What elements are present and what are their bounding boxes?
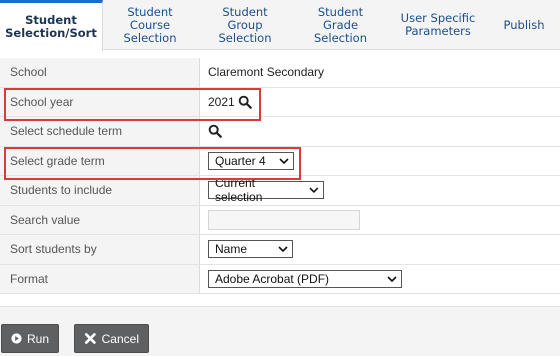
- search-value-field: [208, 206, 360, 235]
- tab-bar: Student Selection/Sort Student Course Se…: [0, 0, 560, 51]
- tab-label: Student Selection/Sort: [5, 13, 97, 40]
- sort-students-label: Sort students by: [0, 235, 200, 264]
- school-label: School: [0, 58, 200, 87]
- tab-student-grade-selection[interactable]: Student Grade Selection: [293, 0, 388, 50]
- students-to-include-select[interactable]: Current selection: [208, 176, 324, 204]
- tab-label: Student Grade Selection: [314, 4, 367, 45]
- row-grade-term: Select grade term Quarter 4: [0, 146, 560, 176]
- play-circle-icon: [11, 333, 22, 344]
- row-search-value: Search value: [0, 205, 560, 235]
- school-value: Claremont Secondary: [208, 65, 325, 80]
- footer-bar: Run Cancel: [0, 306, 560, 356]
- students-to-include-label: Students to include: [0, 176, 200, 205]
- tab-label: User Specific Parameters: [400, 11, 476, 38]
- tab-label: Student Course Selection: [123, 4, 177, 45]
- tab-label: Student Group Selection: [218, 4, 272, 45]
- tab-label: Publish: [503, 17, 545, 32]
- row-school-year: School year 2021: [0, 87, 560, 117]
- format-selected: Adobe Acrobat (PDF): [215, 271, 330, 286]
- tab-student-course-selection[interactable]: Student Course Selection: [103, 0, 197, 50]
- format-field: Adobe Acrobat (PDF): [208, 265, 402, 294]
- grade-term-select[interactable]: Quarter 4: [208, 151, 294, 170]
- sort-students-field: Name: [208, 235, 293, 264]
- row-school: School Claremont Secondary: [0, 58, 560, 88]
- search-icon[interactable]: [238, 95, 252, 109]
- row-schedule-term: Select schedule term: [0, 117, 560, 147]
- schedule-term-field: [208, 117, 222, 146]
- row-sort-students: Sort students by Name: [0, 235, 560, 265]
- close-icon: [84, 333, 96, 344]
- grade-term-selected: Quarter 4: [215, 153, 266, 168]
- chevron-down-icon: [309, 187, 319, 194]
- parameters-form: School Claremont Secondary School year 2…: [0, 58, 560, 294]
- row-format: Format Adobe Acrobat (PDF): [0, 264, 560, 294]
- format-label: Format: [0, 264, 200, 293]
- search-value-label: Search value: [0, 205, 200, 234]
- schedule-term-label: Select schedule term: [0, 117, 200, 146]
- tab-publish[interactable]: Publish: [488, 0, 560, 50]
- search-icon[interactable]: [208, 124, 222, 139]
- students-to-include-selected: Current selection: [215, 176, 263, 205]
- sort-students-select[interactable]: Name: [208, 240, 293, 259]
- tab-user-specific-parameters[interactable]: User Specific Parameters: [388, 0, 488, 50]
- search-value-input[interactable]: [208, 209, 360, 230]
- tab-student-group-selection[interactable]: Student Group Selection: [197, 0, 293, 50]
- cancel-label: Cancel: [101, 331, 139, 346]
- grade-term-label: Select grade term: [0, 146, 200, 175]
- school-year-value: 2021: [208, 94, 235, 109]
- tab-student-selection-sort[interactable]: Student Selection/Sort: [0, 0, 103, 51]
- run-label: Run: [26, 331, 49, 346]
- school-year-label: School year: [0, 87, 200, 116]
- row-students-to-include: Students to include Current selection: [0, 176, 560, 206]
- grade-term-field: Quarter 4: [208, 147, 294, 176]
- format-select[interactable]: Adobe Acrobat (PDF): [208, 269, 402, 288]
- run-button[interactable]: Run: [1, 324, 59, 353]
- sort-students-selected: Name: [215, 242, 248, 257]
- chevron-down-icon: [387, 276, 397, 282]
- chevron-down-icon: [279, 158, 289, 164]
- cancel-button[interactable]: Cancel: [74, 324, 149, 353]
- students-to-include-field: Current selection: [208, 176, 324, 205]
- chevron-down-icon: [278, 246, 288, 253]
- school-year-field: 2021: [208, 88, 252, 117]
